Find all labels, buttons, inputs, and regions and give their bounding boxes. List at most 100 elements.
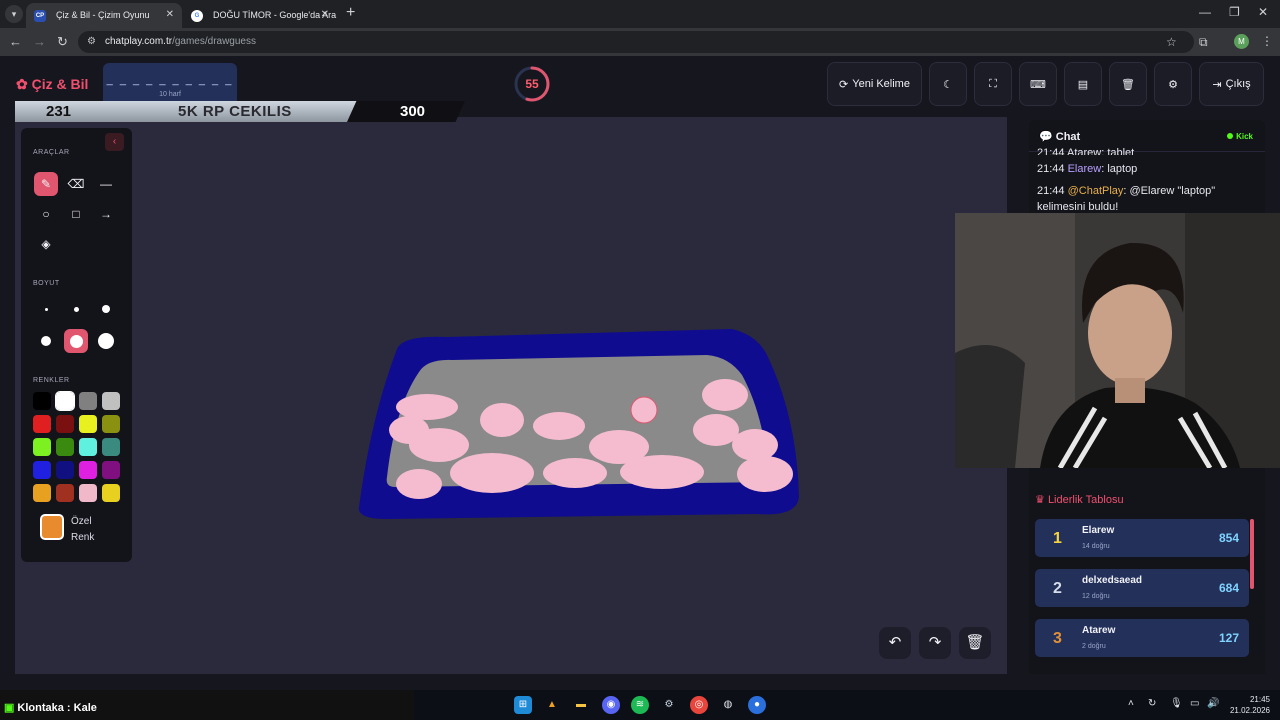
microphone-icon[interactable]: 🎙 — [1170, 698, 1183, 709]
discord-icon[interactable]: ◉ — [602, 696, 620, 714]
custom-color-button[interactable] — [40, 514, 64, 540]
color-swatch[interactable] — [79, 461, 97, 479]
leaderboard-correct: 12 doğru — [1082, 593, 1110, 600]
redo-icon[interactable]: ↷ — [919, 627, 951, 659]
profile-avatar[interactable]: M — [1234, 34, 1249, 49]
circle-tool-icon[interactable]: ○ — [34, 202, 58, 226]
app-icon-blue[interactable]: ● — [748, 696, 766, 714]
leaderboard-row: 2 delxedsaead 12 doğru 684 — [1035, 569, 1249, 607]
chat-message: 21:44 @ChatPlay: @Elarew "laptop" kelime… — [1037, 183, 1257, 214]
reload-icon[interactable]: ↻ — [57, 34, 68, 50]
line-tool-icon[interactable]: — — [94, 172, 118, 196]
chrome-icon[interactable]: ◎ — [690, 696, 708, 714]
color-swatch[interactable] — [56, 461, 74, 479]
site-info-icon[interactable]: ⚙ — [87, 36, 96, 47]
windows-start-icon[interactable]: ⊞ — [514, 696, 532, 714]
color-swatch[interactable] — [33, 415, 51, 433]
chat-message: 21:44 Atarew: tablet — [1037, 145, 1257, 155]
chat-time: 21:44 — [1037, 185, 1065, 197]
color-swatch[interactable] — [102, 415, 120, 433]
app-icon[interactable]: ▲ — [543, 696, 561, 714]
tab-favicon-icon: CP — [34, 10, 46, 22]
size-5-button[interactable] — [64, 329, 88, 353]
network-icon[interactable]: ▭ — [1190, 698, 1199, 709]
drawing-canvas[interactable]: ARAÇLAR ‹ ✎ ⌫ — ○ □ → ◈ BOYUT RENKLER Öz… — [15, 117, 1007, 674]
color-swatch[interactable] — [79, 392, 97, 410]
size-6-button[interactable] — [94, 329, 118, 353]
undo-icon[interactable]: ↶ — [879, 627, 911, 659]
size-1-button[interactable] — [34, 297, 58, 321]
spotify-icon[interactable]: ≋ — [631, 696, 649, 714]
tray-chevron-icon[interactable]: ˄ — [1128, 698, 1134, 709]
close-window-icon[interactable]: ✕ — [1258, 5, 1268, 19]
timer-value: 55 — [525, 77, 539, 91]
color-swatch[interactable] — [102, 484, 120, 502]
color-swatch[interactable] — [33, 484, 51, 502]
kick-label: Kick — [1236, 132, 1253, 141]
system-clock[interactable]: 21:45 21.02.2026 — [1226, 694, 1270, 716]
google-favicon-icon: G — [191, 10, 203, 22]
trash-button[interactable]: 🗑 — [1109, 62, 1147, 106]
color-swatch[interactable] — [79, 438, 97, 456]
settings-button[interactable]: ⚙ — [1154, 62, 1192, 106]
tab-inactive[interactable]: G DOĞU TİMOR - Google'da Ara ✕ — [183, 3, 337, 28]
color-swatch[interactable] — [33, 392, 51, 410]
color-swatch[interactable] — [102, 461, 120, 479]
obs-icon[interactable]: ◍ — [719, 696, 737, 714]
new-tab-icon[interactable]: + — [346, 4, 355, 22]
back-icon[interactable]: ← — [9, 34, 22, 49]
chat-messages[interactable]: 21:44 Atarew: tablet 21:44 Elarew: lapto… — [1029, 145, 1265, 214]
tab-active[interactable]: CP Çiz & Bil - Çizim Oyunu ✕ — [26, 3, 182, 28]
extensions-icon[interactable]: ⧉ — [1199, 35, 1208, 50]
minimize-icon[interactable]: — — [1199, 5, 1211, 19]
leaderboard-correct: 2 doğru — [1082, 643, 1106, 650]
brush-tool-icon[interactable]: ✎ — [34, 172, 58, 196]
color-swatch[interactable] — [79, 484, 97, 502]
clear-canvas-icon[interactable]: 🗑 — [959, 627, 991, 659]
color-swatch[interactable] — [102, 438, 120, 456]
size-3-button[interactable] — [94, 297, 118, 321]
restore-icon[interactable]: ❐ — [1229, 5, 1240, 19]
browser-menu-icon[interactable]: ⋮ — [1261, 34, 1273, 48]
volume-icon[interactable]: 🔊 — [1207, 698, 1219, 709]
banner-left-count: 231 — [46, 103, 72, 120]
tab-title: Çiz & Bil - Çizim Oyunu — [56, 10, 150, 20]
arrow-tool-icon[interactable]: → — [94, 202, 118, 226]
chat-message: 21:44 Elarew: laptop — [1037, 161, 1257, 177]
keyboard-button[interactable]: ⌨ — [1019, 62, 1057, 106]
color-swatch[interactable] — [33, 461, 51, 479]
color-swatch[interactable] — [56, 438, 74, 456]
tab-close-icon[interactable]: ✕ — [166, 9, 174, 20]
forward-icon[interactable]: → — [33, 34, 46, 49]
fill-bucket-icon[interactable]: ◈ — [34, 232, 58, 256]
color-swatch[interactable] — [79, 415, 97, 433]
steam-icon[interactable]: ⚙ — [660, 696, 678, 714]
trash-icon: 🗑 — [1121, 78, 1135, 91]
tray-sync-icon[interactable]: ↻ — [1148, 698, 1156, 709]
rectangle-tool-icon[interactable]: □ — [64, 202, 88, 226]
leaderboard-row: 3 Atarew 2 doğru 127 — [1035, 619, 1249, 657]
new-word-button[interactable]: ⟳ Yeni Kelime — [827, 62, 922, 106]
tools-title: ARAÇLAR — [33, 149, 70, 156]
color-swatch[interactable] — [55, 391, 75, 411]
bookmark-star-icon[interactable]: ☆ — [1166, 35, 1177, 49]
tab-title: DOĞU TİMOR - Google'da Ara — [213, 10, 337, 20]
size-4-button[interactable] — [34, 329, 58, 353]
archive-button[interactable]: ▤ — [1064, 62, 1102, 106]
color-swatch[interactable] — [102, 392, 120, 410]
color-swatch[interactable] — [56, 484, 74, 502]
dark-mode-button[interactable]: ☾ — [929, 62, 967, 106]
color-swatch[interactable] — [56, 415, 74, 433]
exit-label: Çıkış — [1225, 78, 1251, 90]
collapse-panel-button[interactable]: ‹ — [105, 133, 124, 151]
file-explorer-icon[interactable]: ▬ — [572, 696, 590, 714]
tab-search-icon[interactable]: ▾ — [5, 5, 23, 23]
exit-button[interactable]: ⇥ Çıkış — [1199, 62, 1264, 106]
tab-close-icon[interactable]: ✕ — [321, 9, 329, 20]
fullscreen-button[interactable]: ⛶ — [974, 62, 1012, 106]
leaderboard-scrollbar[interactable] — [1250, 519, 1254, 589]
url-input[interactable]: ⚙ chatplay.com.tr/games/drawguess — [78, 31, 1194, 53]
eraser-tool-icon[interactable]: ⌫ — [64, 172, 88, 196]
size-2-button[interactable] — [64, 297, 88, 321]
color-swatch[interactable] — [33, 438, 51, 456]
